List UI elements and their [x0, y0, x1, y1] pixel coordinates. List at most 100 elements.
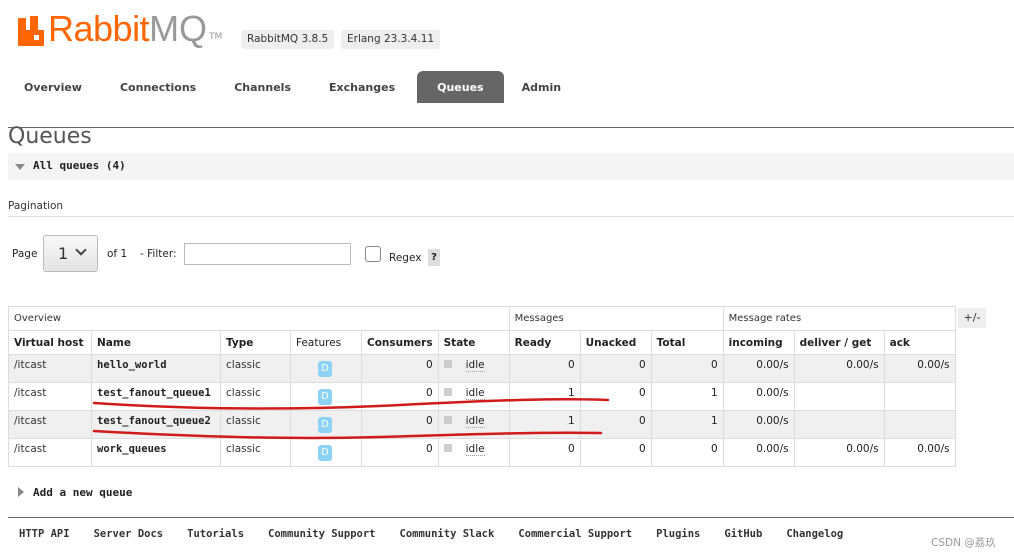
queue-link[interactable]: work_queues [91, 438, 221, 467]
cell-unacked: 0 [579, 354, 652, 383]
rabbitmq-logo[interactable]: Rabbit MQ TM [18, 8, 222, 49]
cell-features: D [290, 354, 362, 383]
erlang-version-badge: Erlang 23.3.4.11 [341, 30, 441, 49]
table-row: /itcast work_queues classic D 0 idle 0 0… [8, 438, 956, 467]
cell-total: 0 [650, 354, 724, 383]
col-name[interactable]: Name [91, 330, 221, 355]
state-text: idle [465, 415, 485, 428]
cell-features: D [290, 410, 362, 439]
cell-type: classic [220, 382, 291, 411]
page-select[interactable]: 1 [43, 235, 98, 272]
cell-state: idle [437, 382, 510, 411]
logo-text-rabbit: Rabbit [48, 8, 150, 49]
rabbitmq-logo-icon [18, 16, 44, 46]
cell-state: idle [437, 410, 510, 439]
filter-input[interactable] [184, 243, 351, 265]
durable-badge: D [318, 417, 332, 433]
cell-unacked: 0 [579, 382, 652, 411]
csdn-watermark: CSDN @荔玖 [931, 537, 996, 549]
footer-link-plugins[interactable]: Plugins [656, 528, 700, 540]
cell-ack [883, 382, 956, 411]
cell-consumers: 0 [361, 410, 439, 439]
all-queues-section-header[interactable]: All queues (4) [8, 153, 1014, 180]
cell-incoming: 0.00/s [722, 410, 795, 439]
cell-ready: 1 [508, 410, 581, 439]
col-incoming[interactable]: incoming [722, 330, 795, 355]
tab-channels[interactable]: Channels [218, 71, 307, 103]
regex-checkbox[interactable] [365, 246, 381, 262]
col-consumers[interactable]: Consumers [361, 330, 439, 355]
cell-state: idle [437, 438, 510, 467]
state-indicator-icon [443, 416, 452, 424]
cell-unacked: 0 [579, 438, 652, 467]
column-toggle-button[interactable]: +/- [958, 308, 986, 328]
cell-total: 0 [650, 438, 724, 467]
cell-state: idle [437, 354, 510, 383]
table-row: /itcast test_fanout_queue1 classic D 0 i… [8, 382, 956, 411]
cell-incoming: 0.00/s [722, 382, 795, 411]
cell-consumers: 0 [361, 438, 439, 467]
cell-deliver-get: 0.00/s [793, 438, 885, 467]
chevron-down-icon [75, 244, 87, 256]
cell-incoming: 0.00/s [722, 354, 795, 383]
footer-link-server-docs[interactable]: Server Docs [94, 528, 164, 540]
table-row: /itcast test_fanout_queue2 classic D 0 i… [8, 410, 956, 439]
footer-link-changelog[interactable]: Changelog [786, 528, 843, 540]
col-deliver-get[interactable]: deliver / get [793, 330, 885, 355]
pagination-title: Pagination [8, 200, 64, 212]
nav-divider [8, 127, 1014, 128]
tab-exchanges[interactable]: Exchanges [313, 71, 411, 103]
regex-help-button[interactable]: ? [428, 249, 440, 266]
cell-vhost: /itcast [8, 410, 92, 439]
state-text: idle [465, 387, 485, 400]
col-features[interactable]: Features [290, 330, 362, 355]
footer-link-commercial-support[interactable]: Commercial Support [518, 528, 632, 540]
col-state[interactable]: State [437, 330, 510, 355]
col-ready[interactable]: Ready [508, 330, 581, 355]
cell-features: D [290, 382, 362, 411]
collapse-triangle-icon [15, 164, 25, 170]
group-overview: Overview [8, 306, 510, 331]
cell-ack: 0.00/s [883, 354, 956, 383]
col-virtual-host[interactable]: Virtual host [8, 330, 92, 355]
tab-admin[interactable]: Admin [506, 71, 577, 103]
col-total[interactable]: Total [650, 330, 724, 355]
footer-link-github[interactable]: GitHub [724, 528, 762, 540]
state-indicator-icon [443, 360, 452, 368]
state-indicator-icon [443, 388, 452, 396]
filter-label: - Filter: [140, 248, 177, 260]
footer-link-community-slack[interactable]: Community Slack [400, 528, 495, 540]
queue-link[interactable]: hello_world [91, 354, 221, 383]
footer-link-tutorials[interactable]: Tutorials [187, 528, 244, 540]
cell-type: classic [220, 354, 291, 383]
main-nav-tabs: Overview Connections Channels Exchanges … [8, 71, 577, 103]
col-unacked[interactable]: Unacked [579, 330, 652, 355]
regex-label: Regex [389, 252, 422, 264]
tab-connections[interactable]: Connections [104, 71, 212, 103]
cell-ready: 1 [508, 382, 581, 411]
durable-badge: D [318, 361, 332, 377]
queue-link[interactable]: test_fanout_queue1 [91, 382, 221, 411]
cell-features: D [290, 438, 362, 467]
tab-queues[interactable]: Queues [417, 71, 504, 103]
state-indicator-icon [443, 444, 452, 452]
pagination-divider [8, 216, 1014, 217]
footer-link-community-support[interactable]: Community Support [268, 528, 375, 540]
footer-link-http-api[interactable]: HTTP API [19, 528, 70, 540]
cell-type: classic [220, 410, 291, 439]
col-ack[interactable]: ack [883, 330, 956, 355]
col-type[interactable]: Type [220, 330, 291, 355]
cell-incoming: 0.00/s [722, 438, 795, 467]
durable-badge: D [318, 389, 332, 405]
logo-text-mq: MQ [149, 8, 208, 49]
queue-link[interactable]: test_fanout_queue2 [91, 410, 221, 439]
tab-overview[interactable]: Overview [8, 71, 98, 103]
cell-deliver-get: 0.00/s [793, 354, 885, 383]
group-messages: Messages [508, 306, 724, 331]
cell-ready: 0 [508, 354, 581, 383]
expand-triangle-icon[interactable] [18, 487, 24, 497]
cell-ack: 0.00/s [883, 438, 956, 467]
durable-badge: D [318, 445, 332, 461]
add-new-queue-toggle[interactable]: Add a new queue [33, 486, 132, 499]
cell-total: 1 [650, 410, 724, 439]
